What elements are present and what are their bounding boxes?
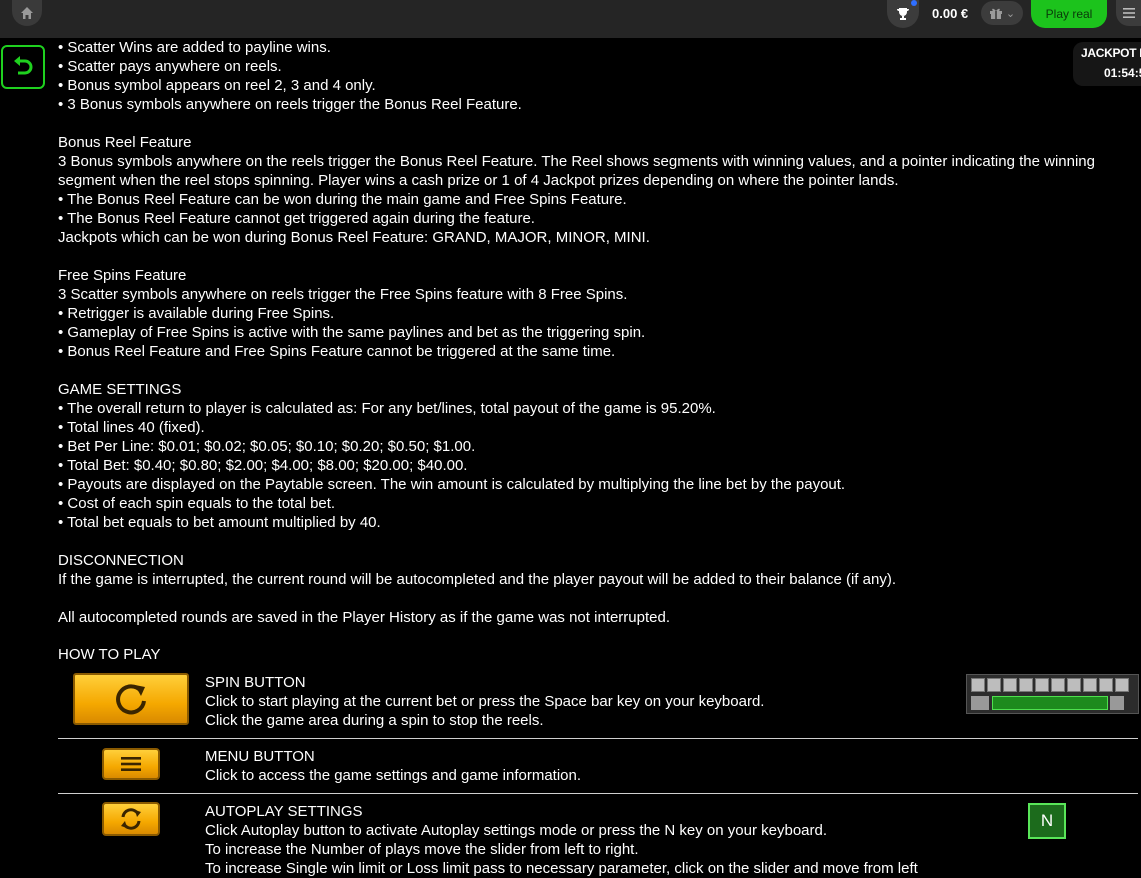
home-button[interactable]	[12, 0, 42, 26]
spin-button-title: SPIN BUTTON	[205, 674, 306, 691]
rules-line: • Cost of each spin equals to the total …	[58, 495, 336, 512]
n-key-image: N	[1028, 803, 1066, 839]
rules-line: • Bonus Reel Feature and Free Spins Feat…	[58, 343, 616, 360]
autoplay-desc: Click Autoplay button to activate Autopl…	[205, 822, 828, 839]
menu-button-image	[102, 748, 160, 780]
trophy-button[interactable]	[887, 0, 919, 28]
rules-line: • Total lines 40 (fixed).	[58, 419, 205, 436]
rules-line: • Scatter pays anywhere on reels.	[58, 58, 282, 75]
back-arrow-icon	[14, 56, 33, 75]
rules-line: Jackpots which can be won during Bonus R…	[58, 229, 650, 246]
keyboard-image	[966, 674, 1139, 714]
rules-line: • The Bonus Reel Feature cannot get trig…	[58, 210, 535, 227]
jackpot-badge[interactable]: JACKPOT LA 01:54:5	[1073, 42, 1141, 86]
rules-line: 3 Bonus symbols anywhere on the reels tr…	[58, 153, 1095, 170]
spin-button-image	[73, 673, 189, 725]
rules-line: • Gameplay of Free Spins is active with …	[58, 324, 646, 341]
spin-icon	[116, 684, 146, 715]
autoplay-icon	[121, 808, 141, 830]
autoplay-title: AUTOPLAY SETTINGS	[205, 803, 363, 820]
divider	[58, 793, 1138, 794]
back-button[interactable]	[1, 45, 45, 89]
spin-button-desc: Click to start playing at the current be…	[205, 693, 765, 710]
balance-display: 0.00 €	[932, 6, 969, 21]
spin-button-desc: Click the game area during a spin to sto…	[205, 712, 544, 729]
hamburger-icon	[1122, 8, 1135, 18]
rules-line: 3 Scatter symbols anywhere on reels trig…	[58, 286, 628, 303]
autoplay-desc: To increase the Number of plays move the…	[205, 841, 639, 858]
section-heading: Free Spins Feature	[58, 267, 187, 284]
rules-line: • Payouts are displayed on the Paytable …	[58, 476, 846, 493]
rules-line: • Total bet equals to bet amount multipl…	[58, 514, 381, 531]
autoplay-button-image	[102, 802, 160, 836]
chevron-down-icon: ⌄	[1005, 7, 1016, 20]
rules-line: • 3 Bonus symbols anywhere on reels trig…	[58, 96, 522, 113]
home-icon	[21, 7, 33, 19]
section-heading: GAME SETTINGS	[58, 381, 182, 398]
rules-line: • The overall return to player is calcul…	[58, 400, 716, 417]
rules-line: segment when the reel stops spinning. Pl…	[58, 172, 899, 189]
menu-button-desc: Click to access the game settings and ga…	[205, 767, 582, 784]
jackpot-label: JACKPOT LA	[1081, 46, 1141, 60]
divider	[58, 738, 1138, 739]
rules-line: All autocompleted rounds are saved in th…	[58, 609, 670, 626]
hamburger-icon	[121, 757, 141, 771]
section-heading: Bonus Reel Feature	[58, 134, 192, 151]
gift-button[interactable]: ⌄	[981, 1, 1023, 25]
notification-dot	[911, 0, 917, 6]
play-real-button[interactable]: Play real	[1031, 0, 1107, 28]
rules-line: • The Bonus Reel Feature can be won duri…	[58, 191, 627, 208]
menu-button-title: MENU BUTTON	[205, 748, 315, 765]
how-to-play-heading: HOW TO PLAY	[58, 646, 161, 663]
rules-line: If the game is interrupted, the current …	[58, 571, 896, 588]
gift-icon	[989, 8, 1002, 19]
section-heading: DISCONNECTION	[58, 552, 184, 569]
rules-line: • Bonus symbol appears on reel 2, 3 and …	[58, 77, 376, 94]
space-bar-key	[992, 696, 1108, 710]
keyboard-keys	[971, 678, 1129, 692]
rules-line: • Bet Per Line: $0.01; $0.02; $0.05; $0.…	[58, 438, 476, 455]
rules-line: • Retrigger is available during Free Spi…	[58, 305, 335, 322]
top-bar: 0.00 € ⌄ Play real	[0, 0, 1141, 38]
menu-button[interactable]	[1116, 0, 1141, 26]
rules-line: • Scatter Wins are added to payline wins…	[58, 39, 331, 56]
trophy-icon	[897, 8, 909, 20]
jackpot-timer: 01:54:5	[1104, 66, 1141, 80]
rules-line: • Total Bet: $0.40; $0.80; $2.00; $4.00;…	[58, 457, 468, 474]
autoplay-desc: To increase Single win limit or Loss lim…	[205, 860, 918, 877]
